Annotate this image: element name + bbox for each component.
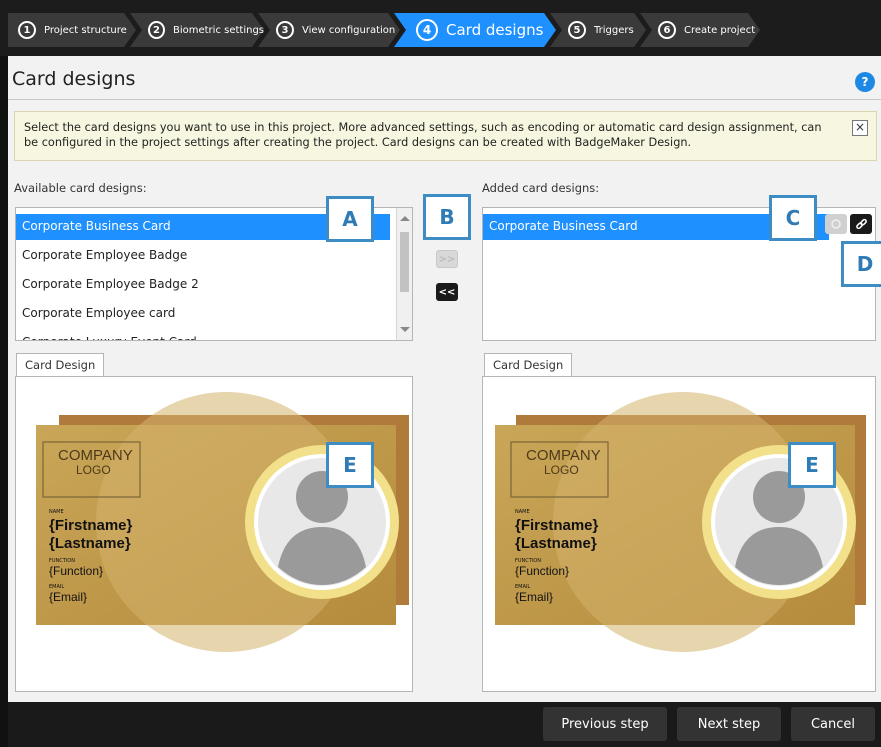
tab-card-design-left[interactable]: Card Design <box>16 353 105 377</box>
firstname-field: {Firstname} <box>515 517 599 534</box>
name-caption: NAME <box>49 509 64 515</box>
wizard-step-6[interactable]: 6 Create project <box>640 13 760 47</box>
name-caption: NAME <box>515 509 530 515</box>
wizard-step-1[interactable]: 1 Project structure <box>8 13 136 47</box>
footer-bar: Previous step Next step Cancel <box>8 702 881 747</box>
firstname-field: {Firstname} <box>49 517 133 534</box>
next-step-button[interactable]: Next step <box>677 707 781 741</box>
window-edge <box>0 56 8 747</box>
wizard-step-3[interactable]: 3 View configuration <box>258 13 400 47</box>
scroll-down-icon[interactable] <box>400 327 410 332</box>
remove-design-button[interactable]: << <box>436 283 458 301</box>
wizard-step-2[interactable]: 2 Biometric settings <box>130 13 264 47</box>
step-label: Create project <box>684 24 756 36</box>
logo-line-1: COMPANY <box>58 447 133 464</box>
scroll-thumb[interactable] <box>400 232 409 292</box>
title-bar: Card designs ? <box>8 56 881 100</box>
wizard-step-5[interactable]: 5 Triggers <box>550 13 646 47</box>
help-icon[interactable]: ? <box>855 72 875 92</box>
step-number: 6 <box>658 21 676 39</box>
email-field: {Email} <box>49 590 88 604</box>
email-field: {Email} <box>515 590 554 604</box>
logo-line-2: LOGO <box>76 463 111 477</box>
step-number: 4 <box>416 19 438 41</box>
step-number: 3 <box>276 21 294 39</box>
added-label: Added card designs: <box>482 181 600 195</box>
previous-step-button[interactable]: Previous step <box>543 707 667 741</box>
close-icon[interactable]: × <box>852 120 868 136</box>
tab-card-design-right[interactable]: Card Design <box>484 353 573 377</box>
available-label: Available card designs: <box>14 181 147 195</box>
page-title: Card designs <box>12 68 136 90</box>
callout-e-right: E <box>788 442 836 488</box>
step-label: Biometric settings <box>172 24 264 36</box>
scroll-up-icon[interactable] <box>400 216 410 221</box>
wizard-step-4[interactable]: 4 Card designs <box>394 13 556 47</box>
lastname-field: {Lastname} <box>49 535 131 552</box>
refresh-icon[interactable] <box>825 214 847 234</box>
card-preview-right: COMPANY LOGO NAME {Firstname} {Lastname}… <box>482 376 876 692</box>
step-label: Project structure <box>44 24 127 36</box>
function-field: {Function} <box>49 564 104 578</box>
info-text: Select the card designs you want to use … <box>24 121 822 149</box>
link-icon[interactable] <box>850 214 872 234</box>
step-label: Card designs <box>446 21 544 39</box>
list-item[interactable]: Corporate Employee Badge <box>16 243 390 269</box>
logo-line-2: LOGO <box>544 463 579 477</box>
info-banner: Select the card designs you want to use … <box>14 111 877 161</box>
step-number: 5 <box>568 21 586 39</box>
step-number: 1 <box>18 21 36 39</box>
main-panel: Card designs ? Select the card designs y… <box>8 56 881 702</box>
list-item[interactable]: Corporate Employee card <box>16 301 390 327</box>
add-design-button[interactable]: >> <box>436 250 458 268</box>
callout-c: C <box>769 195 817 241</box>
function-field: {Function} <box>515 564 570 578</box>
callout-d: D <box>841 241 881 287</box>
step-label: View configuration <box>302 24 396 36</box>
callout-e-left: E <box>326 442 374 488</box>
callout-a: A <box>326 196 374 242</box>
step-number: 2 <box>148 21 165 39</box>
callout-b: B <box>423 194 471 240</box>
card-preview-left: COMPANY LOGO NAME {Firstname} {Lastname}… <box>15 376 413 692</box>
wizard-steps: 1 Project structure 2 Biometric settings… <box>8 13 760 47</box>
lastname-field: {Lastname} <box>515 535 597 552</box>
wizard-bar: 1 Project structure 2 Biometric settings… <box>0 0 881 56</box>
cancel-button[interactable]: Cancel <box>791 707 875 741</box>
logo-line-1: COMPANY <box>526 447 601 464</box>
list-item[interactable]: Corporate Luxury Event Card <box>16 330 390 340</box>
list-item[interactable]: Corporate Employee Badge 2 <box>16 272 390 298</box>
scrollbar[interactable] <box>396 208 412 340</box>
step-label: Triggers <box>594 24 634 36</box>
